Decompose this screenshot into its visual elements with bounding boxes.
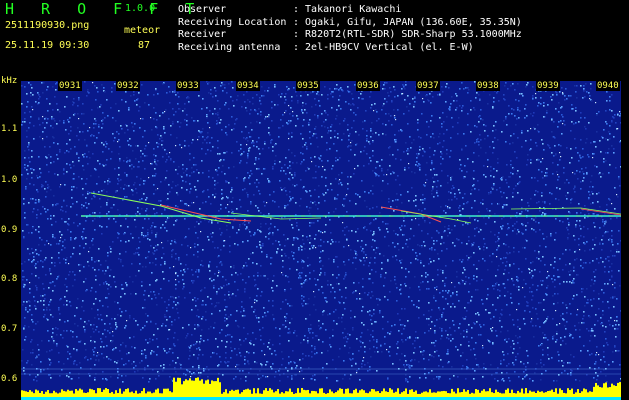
info-row-location: Receiving Location: Ogaki, Gifu, JAPAN (…	[178, 16, 522, 28]
file-name: 2511190930.png	[5, 20, 90, 31]
y-tick: 0.9	[1, 225, 18, 235]
x-tick: 0937	[416, 81, 440, 91]
info-row-antenna: Receiving antenna: 2el-HB9CV Vertical (e…	[178, 41, 474, 53]
station-info: Observer: Takanori Kawachi Receiving Loc…	[178, 4, 522, 54]
meteor-count: 87	[138, 40, 151, 51]
app-version: 1.0.0	[125, 3, 156, 14]
spectrogram-plot	[21, 81, 621, 400]
x-tick: 0939	[536, 81, 560, 91]
meteor-label: meteor	[124, 25, 161, 36]
x-tick: 0938	[476, 81, 500, 91]
y-tick: 1.0	[1, 175, 18, 185]
x-tick: 0940	[596, 81, 620, 91]
info-row-observer: Observer: Takanori Kawachi	[178, 4, 402, 15]
header-panel: H R O F F T 1.0.0 2511190930.png 25.11.1…	[0, 0, 629, 75]
y-tick: 1.1	[1, 124, 18, 134]
x-tick: 0934	[236, 81, 260, 91]
y-tick: 0.8	[1, 274, 18, 284]
y-tick: 0.6	[1, 374, 18, 384]
info-row-receiver: Receiver: R820T2(RTL-SDR) SDR-Sharp 53.1…	[178, 29, 522, 40]
x-tick: 0936	[356, 81, 380, 91]
x-tick: 0932	[116, 81, 140, 91]
spectrogram-canvas	[21, 81, 621, 400]
date-time: 25.11.19 09:30	[5, 40, 90, 51]
x-tick: 0931	[58, 81, 82, 91]
x-tick: 0933	[176, 81, 200, 91]
y-axis-unit: kHz	[1, 76, 18, 86]
x-tick: 0935	[296, 81, 320, 91]
app-brand: H R O F F T	[5, 0, 204, 18]
y-tick: 0.7	[1, 324, 18, 334]
